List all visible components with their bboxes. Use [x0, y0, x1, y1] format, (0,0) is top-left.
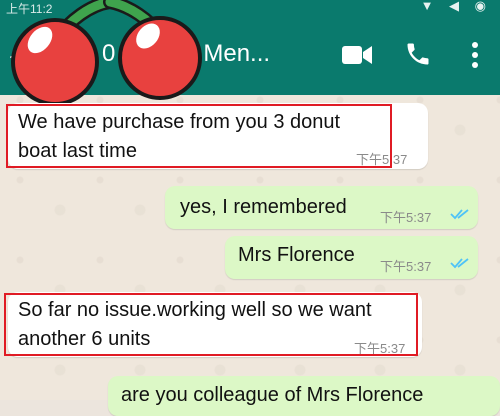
message-line: are you colleague of Mrs Florence	[121, 384, 424, 406]
read-receipt-icon	[450, 258, 469, 269]
message-time: 下午5:37	[380, 210, 432, 225]
video-call-icon[interactable]	[342, 44, 372, 66]
phone-icon[interactable]	[404, 40, 432, 68]
message-outgoing[interactable]: Mrs Florence 下午5:37	[225, 236, 478, 279]
highlight-box	[4, 293, 418, 356]
message-outgoing[interactable]: yes, I remembered 下午5:37	[165, 186, 478, 229]
message-line: Mrs Florence	[238, 244, 355, 266]
message-line: yes, I remembered	[180, 196, 347, 218]
highlight-box	[6, 104, 392, 168]
more-options-icon[interactable]	[470, 40, 480, 70]
cherry-sticker	[11, 0, 202, 106]
message-time: 下午5:37	[380, 259, 432, 274]
status-icons: ▼ ◀ ◉	[420, 0, 492, 13]
message-outgoing[interactable]: are you colleague of Mrs Florence	[108, 376, 500, 416]
read-receipt-icon	[450, 209, 469, 220]
